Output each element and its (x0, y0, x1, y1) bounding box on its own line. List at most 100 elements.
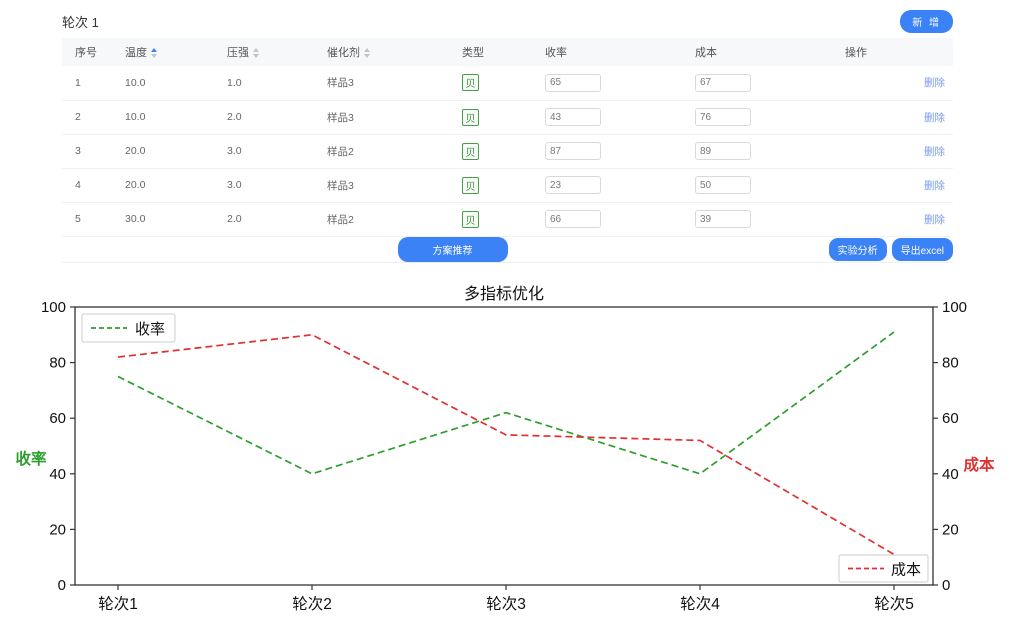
cell-catalyst: 样品3 (314, 168, 449, 202)
experiment-table: 序号温度压强催化剂类型收率成本操作 110.01.0样品3贝删除210.02.0… (62, 38, 953, 237)
cell-action: 删除 (832, 66, 953, 100)
cell-pressure: 2.0 (214, 202, 314, 236)
left-axis-tick-label: 20 (49, 521, 66, 538)
experiment-panel: 轮次 1 新 增 序号温度压强催化剂类型收率成本操作 110.01.0样品3贝删… (62, 8, 953, 263)
cell-cost (682, 168, 832, 202)
cell-temperature: 10.0 (112, 66, 214, 100)
yield-input[interactable] (545, 108, 601, 126)
table-footer: 方案推荐 实验分析 导出excel (62, 237, 953, 263)
cell-action: 删除 (832, 100, 953, 134)
sort-caret-icon[interactable] (151, 48, 157, 58)
right-axis-tick-label: 0 (942, 577, 950, 594)
delete-link[interactable]: 删除 (924, 146, 945, 158)
yield-input[interactable] (545, 142, 601, 160)
panel-header: 轮次 1 新 增 (62, 8, 953, 34)
cell-yield (532, 202, 682, 236)
delete-link[interactable]: 删除 (924, 112, 945, 124)
add-button[interactable]: 新 增 (900, 10, 953, 33)
cell-pressure: 3.0 (214, 168, 314, 202)
column-header-label: 收率 (545, 47, 567, 59)
column-header-label: 压强 (227, 47, 249, 59)
type-tag: 贝 (462, 143, 479, 160)
x-axis-tick-label: 轮次1 (98, 595, 138, 613)
left-axis-label: 收率 (15, 449, 47, 468)
cell-index: 2 (62, 100, 112, 134)
cell-temperature: 20.0 (112, 134, 214, 168)
right-axis-tick-label: 40 (942, 465, 959, 482)
column-header-label: 催化剂 (327, 47, 360, 59)
cell-cost (682, 134, 832, 168)
table-header-row: 序号 温度 压强 催化剂 类型 收率 成本 操作 (62, 38, 953, 66)
cell-temperature: 30.0 (112, 202, 214, 236)
series-line-收率 (118, 332, 894, 474)
column-header-1: 序号 (62, 38, 112, 66)
right-axis-tick-label: 60 (942, 410, 959, 427)
sort-caret-icon[interactable] (253, 48, 259, 58)
left-axis-tick-label: 60 (49, 410, 66, 427)
left-axis-tick-label: 100 (41, 299, 66, 316)
delete-link[interactable]: 删除 (924, 180, 945, 192)
cell-action: 删除 (832, 134, 953, 168)
cost-input[interactable] (695, 176, 751, 194)
footer-right-group: 实验分析 导出excel (563, 238, 954, 261)
legend-label-cost: 成本 (891, 561, 921, 578)
type-tag: 贝 (462, 74, 479, 91)
column-header-label: 类型 (462, 47, 484, 59)
cost-input[interactable] (695, 142, 751, 160)
type-tag: 贝 (462, 109, 479, 126)
yield-input[interactable] (545, 210, 601, 228)
column-header-label: 操作 (845, 47, 867, 59)
legend-label-yield: 收率 (135, 321, 165, 338)
delete-link[interactable]: 删除 (924, 77, 945, 89)
left-axis-tick-label: 80 (49, 354, 66, 371)
cell-index: 3 (62, 134, 112, 168)
x-axis-tick-label: 轮次4 (680, 595, 720, 613)
cost-input[interactable] (695, 108, 751, 126)
type-tag: 贝 (462, 177, 479, 194)
series-line-成本 (118, 334, 894, 554)
cell-cost (682, 66, 832, 100)
cell-action: 删除 (832, 202, 953, 236)
column-header-5: 类型 (449, 38, 532, 66)
cell-temperature: 10.0 (112, 100, 214, 134)
table-row: 210.02.0样品3 贝 删除 (62, 100, 953, 134)
page: 轮次 1 新 增 序号温度压强催化剂类型收率成本操作 110.01.0样品3贝删… (0, 8, 1015, 629)
cell-catalyst: 样品3 (314, 100, 449, 134)
right-axis-tick-label: 100 (942, 299, 967, 316)
cell-type: 贝 (449, 66, 532, 100)
cell-type: 贝 (449, 134, 532, 168)
right-axis-tick-label: 80 (942, 354, 959, 371)
yield-input[interactable] (545, 74, 601, 92)
cell-type: 贝 (449, 168, 532, 202)
column-header-3[interactable]: 压强 (214, 38, 314, 66)
x-axis-tick-label: 轮次3 (486, 595, 526, 613)
analyze-button[interactable]: 实验分析 (829, 238, 887, 261)
sort-caret-icon[interactable] (364, 48, 370, 58)
column-header-8: 操作 (832, 38, 953, 66)
cell-yield (532, 134, 682, 168)
cell-yield (532, 168, 682, 202)
chart-section: 多指标优化002020404060608080100100轮次1轮次2轮次3轮次… (0, 277, 1015, 629)
column-header-2[interactable]: 温度 (112, 38, 214, 66)
column-header-6: 收率 (532, 38, 682, 66)
yield-input[interactable] (545, 176, 601, 194)
column-header-label: 成本 (695, 47, 717, 59)
column-header-7: 成本 (682, 38, 832, 66)
cost-input[interactable] (695, 74, 751, 92)
column-header-label: 温度 (125, 47, 147, 59)
plot-frame (75, 307, 933, 585)
cell-temperature: 20.0 (112, 168, 214, 202)
export-button[interactable]: 导出excel (892, 238, 953, 261)
chart-title: 多指标优化 (464, 285, 544, 303)
recommend-button[interactable]: 方案推荐 (398, 237, 508, 262)
cell-catalyst: 样品3 (314, 66, 449, 100)
cell-pressure: 1.0 (214, 66, 314, 100)
multi-objective-chart: 多指标优化002020404060608080100100轮次1轮次2轮次3轮次… (0, 277, 1015, 629)
column-header-4[interactable]: 催化剂 (314, 38, 449, 66)
cost-input[interactable] (695, 210, 751, 228)
cell-pressure: 2.0 (214, 100, 314, 134)
x-axis-tick-label: 轮次5 (874, 595, 914, 613)
delete-link[interactable]: 删除 (924, 214, 945, 226)
table-row: 530.02.0样品2贝删除 (62, 202, 953, 236)
cell-catalyst: 样品2 (314, 202, 449, 236)
